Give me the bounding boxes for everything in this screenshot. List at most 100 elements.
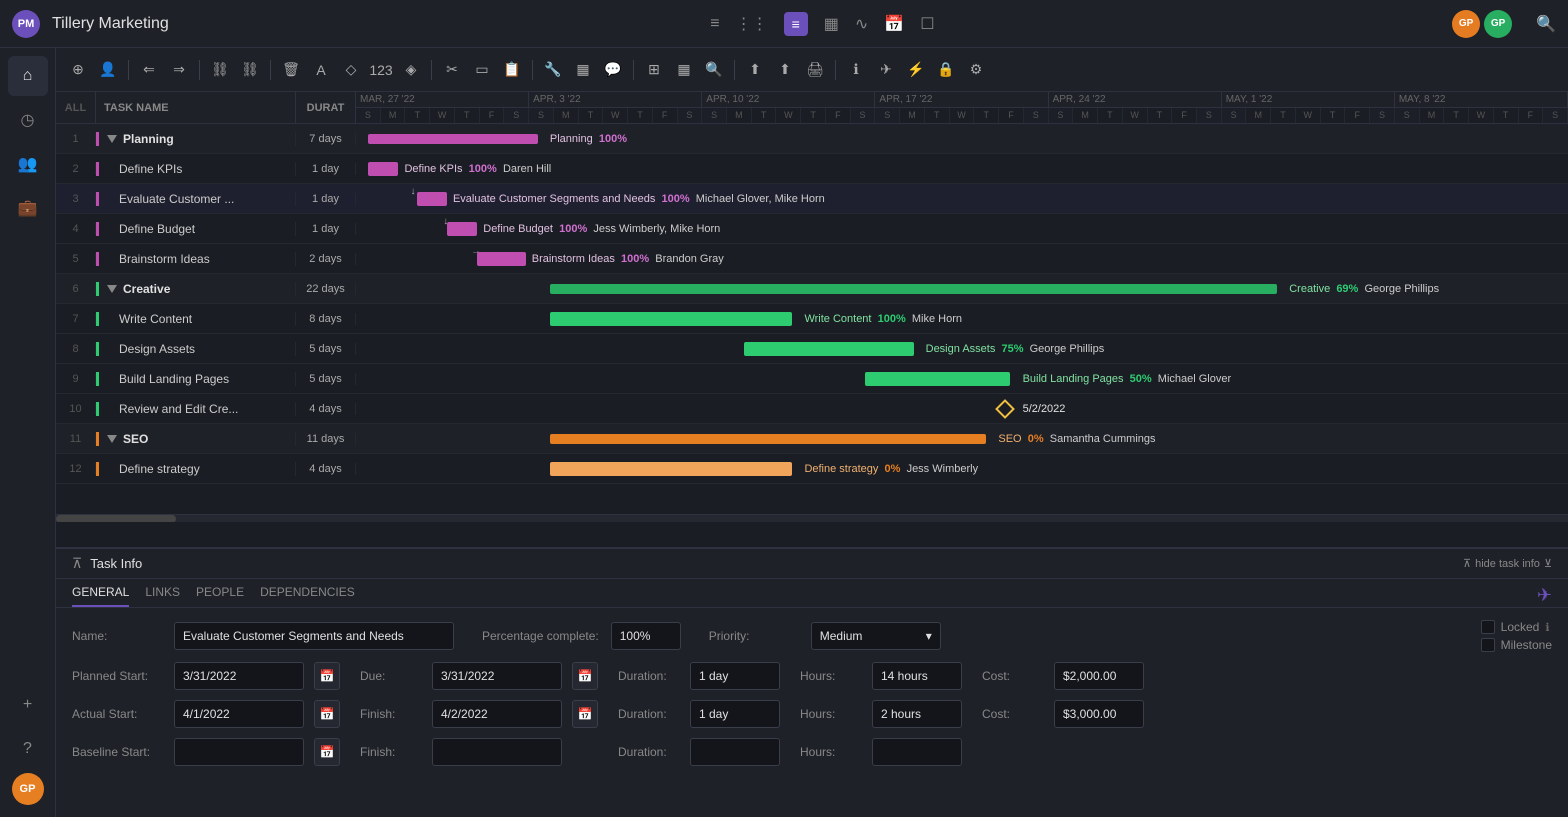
baseline-hours-input[interactable] <box>872 738 962 766</box>
info-btn[interactable]: ℹ <box>842 56 870 84</box>
gantt-horizontal-scroll[interactable] <box>56 514 1568 522</box>
gantt-bar-evaluate[interactable] <box>417 192 447 206</box>
zoom-btn[interactable]: 🔍 <box>700 56 728 84</box>
unlink-btn[interactable]: ⛓ <box>236 56 264 84</box>
indent-btn[interactable]: ⇒ <box>165 56 193 84</box>
tab-dependencies[interactable]: DEPENDENCIES <box>260 585 355 607</box>
link-btn[interactable]: ⛓ <box>206 56 234 84</box>
gantt-bar-planning[interactable] <box>368 134 538 144</box>
toolbar-columns-icon[interactable]: ⋮⋮ <box>736 14 768 34</box>
table-row[interactable]: 10 Review and Edit Cre... 4 days 5/2/202… <box>56 394 1568 424</box>
sidebar-item-plus[interactable]: + <box>8 685 48 725</box>
gantt-bar-design[interactable] <box>744 342 914 356</box>
comment-btn[interactable]: 💬 <box>599 56 627 84</box>
gantt-bar-kpis[interactable] <box>368 162 398 176</box>
table-row[interactable]: 12 Define strategy 4 days Define strateg… <box>56 454 1568 484</box>
gantt-bar-strategy[interactable] <box>550 462 792 476</box>
table-row[interactable]: 7 Write Content 8 days Write Content 100… <box>56 304 1568 334</box>
diamond-btn[interactable]: ◈ <box>397 56 425 84</box>
grid-btn[interactable]: ▦ <box>569 56 597 84</box>
text-btn[interactable]: A <box>307 56 335 84</box>
search-icon[interactable]: 🔍 <box>1536 14 1556 34</box>
table-row[interactable]: 4 Define Budget 1 day ↓ Define Budget 10… <box>56 214 1568 244</box>
columns-btn[interactable]: ⊞ <box>640 56 668 84</box>
tool-btn[interactable]: 🔧 <box>539 56 567 84</box>
planned-start-calendar[interactable]: 📅 <box>314 662 340 690</box>
hide-task-btn[interactable]: ⊼ hide task info ⊻ <box>1463 557 1552 570</box>
table-row[interactable]: 8 Design Assets 5 days Design Assets 75%… <box>56 334 1568 364</box>
hours-input-2[interactable] <box>872 700 962 728</box>
table-row[interactable]: 1 Planning 7 days Planning 100% <box>56 124 1568 154</box>
tab-people[interactable]: PEOPLE <box>196 585 244 607</box>
table-row[interactable]: 2 Define KPIs 1 day Define KPIs 100% Dar… <box>56 154 1568 184</box>
sidebar-item-clock[interactable]: ◷ <box>8 100 48 140</box>
table-row[interactable]: 5 Brainstorm Ideas 2 days → Brainstorm I… <box>56 244 1568 274</box>
copy-btn[interactable]: ▭ <box>468 56 496 84</box>
share-btn[interactable]: ⬆ <box>771 56 799 84</box>
gantt-bar-write[interactable] <box>550 312 792 326</box>
pct-input[interactable] <box>611 622 681 650</box>
actual-start-input[interactable] <box>174 700 304 728</box>
baseline-finish-input[interactable] <box>432 738 562 766</box>
finish-calendar[interactable]: 📅 <box>572 700 598 728</box>
cost-input-1[interactable] <box>1054 662 1144 690</box>
sidebar-item-home[interactable]: ⌂ <box>8 56 48 96</box>
add-user-btn[interactable]: 👤 <box>94 56 122 84</box>
actual-start-calendar[interactable]: 📅 <box>314 700 340 728</box>
gantt-scroll-thumb[interactable] <box>56 515 176 522</box>
locked-checkbox-row[interactable]: Locked ℹ <box>1481 620 1552 634</box>
print-btn[interactable]: 🖨 <box>801 56 829 84</box>
toolbar-list-icon[interactable]: ≡ <box>710 15 719 33</box>
toolbar-file-icon[interactable]: ☐ <box>920 14 934 34</box>
due-calendar[interactable]: 📅 <box>572 662 598 690</box>
cost-input-2[interactable] <box>1054 700 1144 728</box>
duration-input-2[interactable] <box>690 700 780 728</box>
cut-btn[interactable]: ✂ <box>438 56 466 84</box>
send-btn-toolbar[interactable]: ✈ <box>872 56 900 84</box>
delete-btn[interactable]: 🗑 <box>277 56 305 84</box>
add-btn[interactable]: ⊕ <box>64 56 92 84</box>
priority-select[interactable]: Medium ▾ <box>811 622 941 650</box>
tab-links[interactable]: LINKS <box>145 585 180 607</box>
sidebar-item-help[interactable]: ? <box>8 729 48 769</box>
table-row[interactable]: 6 Creative 22 days Creative 69% George P… <box>56 274 1568 304</box>
baseline-duration-input[interactable] <box>690 738 780 766</box>
hours-input-1[interactable] <box>872 662 962 690</box>
send-icon[interactable]: ✈ <box>1537 585 1552 607</box>
sidebar-user-avatar[interactable]: GP <box>12 773 44 805</box>
due-input[interactable] <box>432 662 562 690</box>
tab-general[interactable]: GENERAL <box>72 585 129 607</box>
planned-start-input[interactable] <box>174 662 304 690</box>
shape-btn[interactable]: ◇ <box>337 56 365 84</box>
collapse-icon[interactable]: ⊼ <box>72 555 82 572</box>
baseline-start-calendar[interactable]: 📅 <box>314 738 340 766</box>
milestone-checkbox-row[interactable]: Milestone <box>1481 638 1552 652</box>
paste-btn[interactable]: 📋 <box>498 56 526 84</box>
filter-btn[interactable]: ⚡ <box>902 56 930 84</box>
gantt-bar-seo[interactable] <box>550 434 986 444</box>
finish-input[interactable] <box>432 700 562 728</box>
export-btn[interactable]: ⬆ <box>741 56 769 84</box>
toolbar-calendar-icon-top[interactable]: 📅 <box>884 14 904 34</box>
table-btn[interactable]: ▦ <box>670 56 698 84</box>
toolbar-active-icon[interactable]: ≡ <box>784 12 808 36</box>
duration-input-1[interactable] <box>690 662 780 690</box>
milestone-checkbox[interactable] <box>1481 638 1495 652</box>
lock-btn[interactable]: 🔒 <box>932 56 960 84</box>
outdent-btn[interactable]: ⇐ <box>135 56 163 84</box>
number-btn[interactable]: 123 <box>367 56 395 84</box>
table-row[interactable]: 3 Evaluate Customer ... 1 day ↓ Evaluate… <box>56 184 1568 214</box>
table-row[interactable]: 11 SEO 11 days SEO 0% Samantha Cummings <box>56 424 1568 454</box>
table-row[interactable]: 9 Build Landing Pages 5 days Build Landi… <box>56 364 1568 394</box>
name-input[interactable] <box>174 622 454 650</box>
toolbar-table-icon[interactable]: ▦ <box>824 14 839 34</box>
settings-btn[interactable]: ⚙ <box>962 56 990 84</box>
sidebar-item-people[interactable]: 👥 <box>8 144 48 184</box>
gantt-bar-creative[interactable] <box>550 284 1277 294</box>
sidebar-item-briefcase[interactable]: 💼 <box>8 188 48 228</box>
gantt-bar-budget[interactable] <box>447 222 477 236</box>
baseline-start-input[interactable] <box>174 738 304 766</box>
gantt-bar-brainstorm[interactable] <box>477 252 525 266</box>
locked-checkbox[interactable] <box>1481 620 1495 634</box>
gantt-bar-landing[interactable] <box>865 372 1010 386</box>
